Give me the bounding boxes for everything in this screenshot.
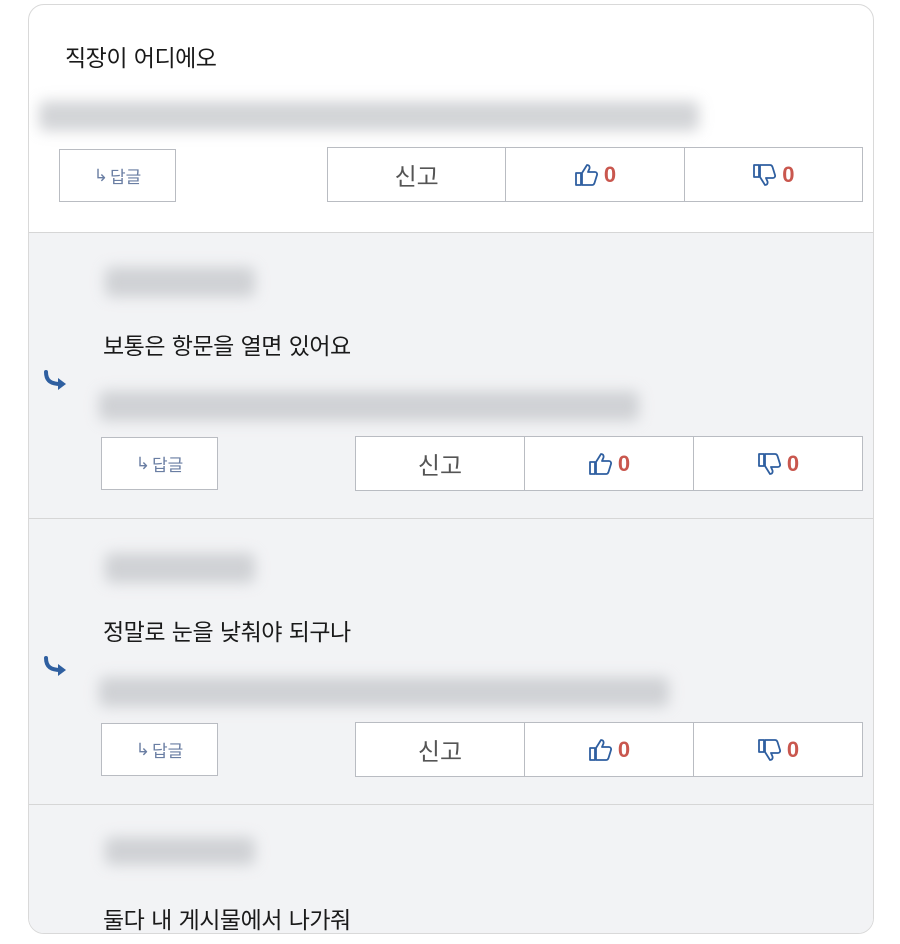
reply-arrow-icon [44, 656, 66, 676]
report-label: 신고 [417, 738, 463, 766]
reply-small-arrow-icon: ↳ [135, 739, 150, 760]
blurred-author-info [99, 677, 669, 707]
dislike-count: 0 [786, 736, 800, 762]
like-count: 0 [617, 450, 631, 476]
thumbs-down-icon [752, 163, 778, 187]
reply-small-arrow-icon: ↳ [93, 165, 108, 186]
comment-text: 둘다 내 게시물에서 나가줘 [103, 908, 351, 934]
blurred-author-info [99, 391, 639, 421]
comment-actions: 신고 0 0 [327, 147, 863, 202]
report-label: 신고 [394, 163, 439, 191]
like-button[interactable]: 0 [524, 437, 693, 490]
thumbs-up-icon [574, 163, 600, 187]
reply-button-label: 답글 [151, 456, 184, 476]
comment-text: 정말로 눈을 낮춰야 되구나 [103, 620, 351, 646]
reply-button[interactable]: ↳ 답글 [101, 437, 218, 490]
comment-item: 직장이 어디에오 ↳ 답글 신고 0 0 [29, 5, 873, 233]
thumbs-down-icon [757, 452, 783, 476]
dislike-count: 0 [786, 450, 800, 476]
blurred-author-name [105, 553, 255, 583]
like-count: 0 [603, 161, 617, 187]
comment-text: 직장이 어디에오 [65, 46, 217, 72]
blurred-author-info [39, 101, 699, 131]
reply-small-arrow-icon: ↳ [135, 453, 150, 474]
thumbs-up-icon [588, 738, 614, 762]
like-button[interactable]: 0 [524, 723, 693, 776]
dislike-button[interactable]: 0 [683, 148, 862, 201]
report-button[interactable]: 신고 [356, 437, 524, 490]
report-label: 신고 [417, 452, 463, 480]
dislike-button[interactable]: 0 [693, 723, 862, 776]
like-button[interactable]: 0 [505, 148, 683, 201]
like-count: 0 [617, 736, 631, 762]
dislike-button[interactable]: 0 [693, 437, 862, 490]
blurred-author-name [105, 837, 255, 865]
reply-comment-item: 보통은 항문을 열면 있어요 ↳ 답글 신고 0 0 [29, 233, 873, 519]
comment-text: 보통은 항문을 열면 있어요 [103, 334, 351, 360]
reply-comment-item: 둘다 내 게시물에서 나가줘 [29, 805, 873, 933]
report-button[interactable]: 신고 [328, 148, 505, 201]
reply-button-label: 답글 [151, 742, 184, 762]
reply-button-label: 답글 [109, 168, 142, 188]
comment-thread: 직장이 어디에오 ↳ 답글 신고 0 0 보통은 항문을 열면 있어요 ↳ 답글… [28, 4, 874, 934]
reply-button[interactable]: ↳ 답글 [59, 149, 176, 202]
report-button[interactable]: 신고 [356, 723, 524, 776]
comment-actions: 신고 0 0 [355, 722, 863, 777]
reply-button[interactable]: ↳ 답글 [101, 723, 218, 776]
thumbs-down-icon [757, 738, 783, 762]
reply-arrow-icon [44, 370, 66, 390]
comment-actions: 신고 0 0 [355, 436, 863, 491]
blurred-author-name [105, 267, 255, 297]
reply-comment-item: 정말로 눈을 낮춰야 되구나 ↳ 답글 신고 0 0 [29, 519, 873, 805]
thumbs-up-icon [588, 452, 614, 476]
dislike-count: 0 [782, 161, 795, 187]
